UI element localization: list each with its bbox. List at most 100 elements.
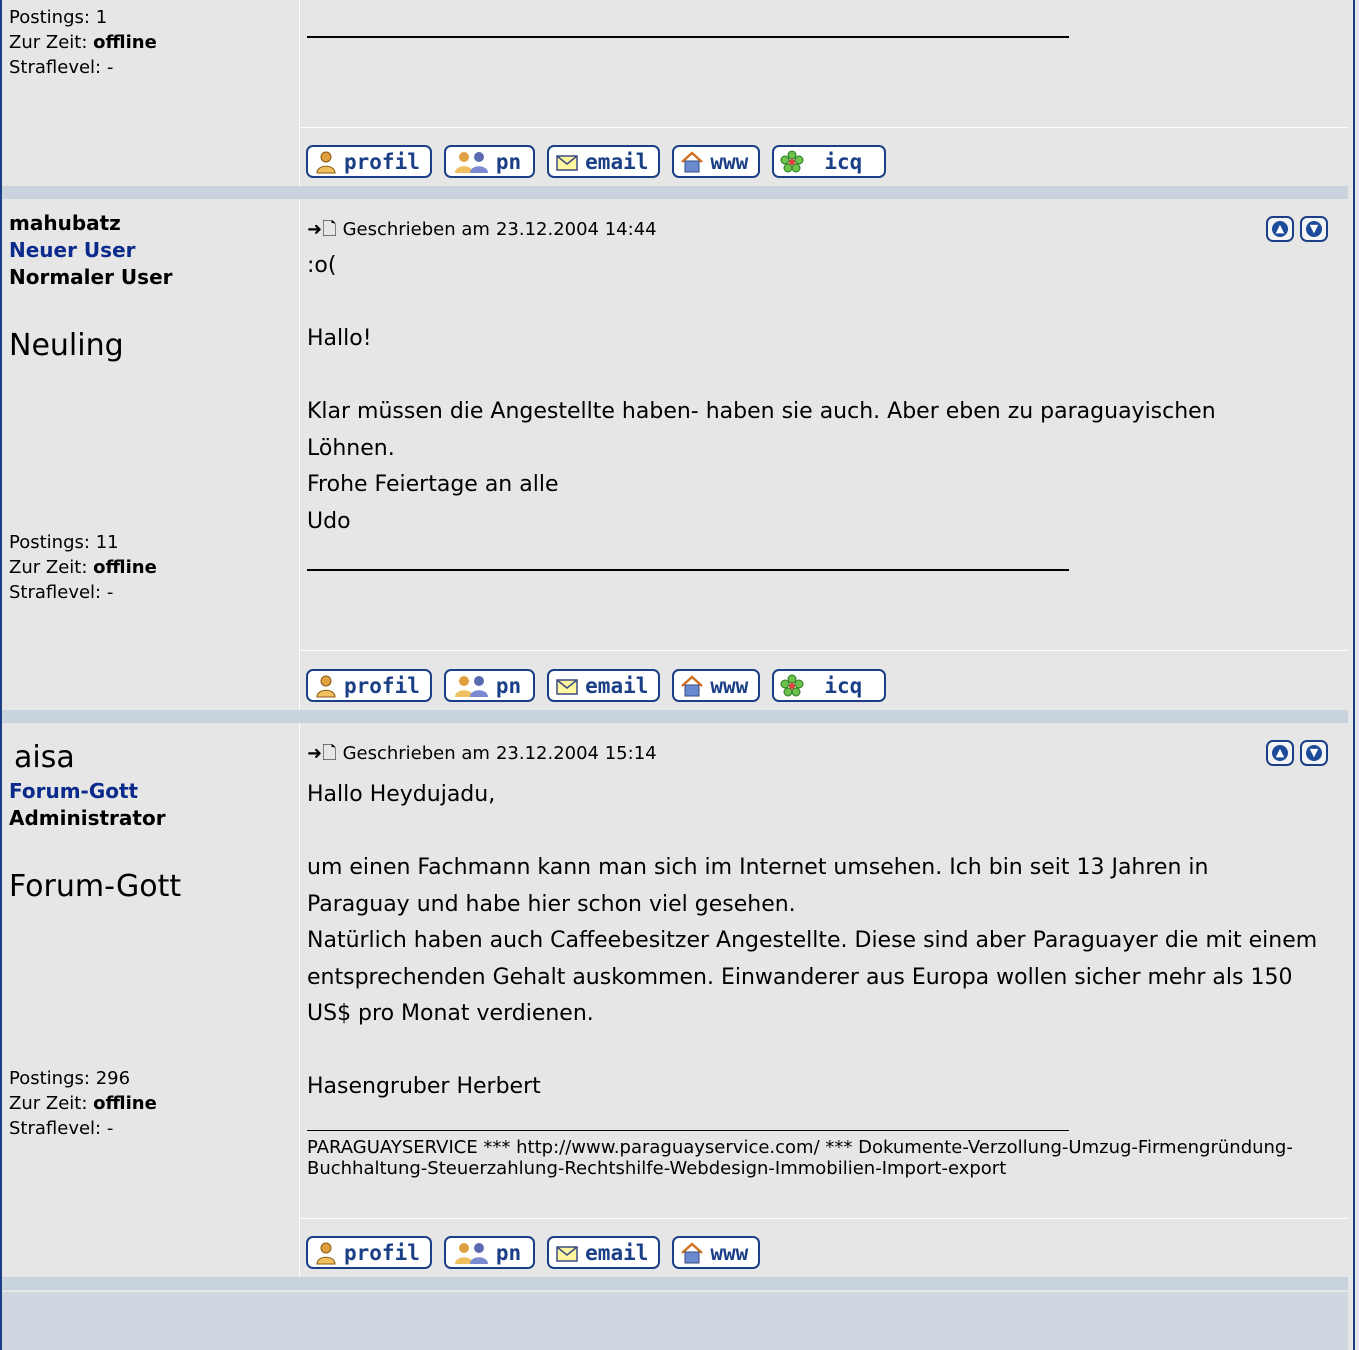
arrow-up-icon: ▲ (1272, 221, 1288, 237)
post1-actions: profil pn email www icq (306, 669, 887, 702)
icq-flower-icon (780, 150, 804, 172)
post-line: um einen Fachmann kann man sich im Inter… (307, 855, 1209, 917)
post-line (307, 285, 1337, 322)
icq-flower-icon (780, 674, 804, 696)
www-button[interactable]: www (672, 145, 761, 178)
written-label: Geschrieben am (342, 743, 490, 764)
post-link-icon[interactable]: ➜🗋 (307, 742, 337, 766)
post2-actions: profil pn email www (306, 1236, 761, 1269)
arrow-down-icon: ▼ (1306, 745, 1322, 761)
penalty-level: Straflevel: - (9, 57, 114, 78)
pn-button[interactable]: pn (443, 669, 536, 702)
post-line: Udo (307, 508, 351, 534)
envelope-icon (556, 154, 578, 171)
top-post-actions: profil pn email www icq (306, 145, 887, 178)
home-icon (681, 1241, 704, 1263)
author-role: Administrator (9, 806, 166, 830)
author-role: Normaler User (9, 265, 173, 289)
home-icon (681, 674, 704, 696)
row-divider (300, 127, 1348, 128)
signature-rule (307, 1130, 1069, 1131)
row-divider (300, 1218, 1348, 1219)
status-label: Zur Zeit: (9, 557, 88, 578)
users-icon (454, 1242, 488, 1264)
post2-meta: ➜🗋 Geschrieben am 23.12.2004 15:14 (307, 742, 657, 766)
post-line: :o( (307, 253, 337, 278)
profile-button[interactable]: profil (306, 1236, 432, 1269)
cell-divider (299, 0, 300, 186)
signature-rule (307, 36, 1069, 38)
pn-button[interactable]: pn (443, 145, 536, 178)
cell-divider (299, 200, 300, 710)
status-label: Zur Zeit: (9, 1093, 88, 1114)
post1-author: mahubatz Neuer User Normaler User Neulin… (9, 210, 173, 364)
pn-button[interactable]: pn (443, 1236, 536, 1269)
arrow-up-icon: ▲ (1272, 745, 1288, 761)
post-separator (2, 710, 1348, 723)
user-icon (316, 151, 336, 173)
post-separator (2, 186, 1348, 199)
scroll-up-button[interactable]: ▲ (1266, 740, 1294, 766)
postings-count: 296 (95, 1068, 131, 1089)
post-separator (2, 1277, 1348, 1290)
email-button[interactable]: email (547, 1236, 661, 1269)
penalty-level: Straflevel: - (9, 582, 114, 603)
users-icon (454, 675, 488, 697)
post-date: 23.12.2004 14:44 (495, 219, 657, 240)
post-line: Hallo Heydujadu, (307, 782, 496, 807)
www-button[interactable]: www (672, 1236, 761, 1269)
online-status: offline (93, 557, 157, 578)
post1-body: :o( Hallo! Klar müssen die Angestellte h… (307, 248, 1337, 540)
post1-userinfo: Postings: 11 Zur Zeit: offline Strafleve… (9, 530, 157, 605)
top-post-userinfo: Postings: 1 Zur Zeit: offline Straflevel… (9, 5, 157, 80)
signature-rule (307, 569, 1069, 571)
icq-button[interactable]: icq (772, 145, 887, 178)
post-line: Hallo! (307, 326, 372, 351)
profile-button[interactable]: profil (306, 669, 432, 702)
postings-label: Postings: (9, 532, 90, 553)
post-line: Hasengruber Herbert (307, 1074, 541, 1099)
postings-count: 1 (95, 7, 108, 28)
post-line: Frohe Feiertage an alle (307, 472, 559, 497)
email-button[interactable]: email (547, 145, 661, 178)
post-line: Klar müssen die Angestellte haben- haben… (307, 399, 1216, 461)
postings-count: 11 (95, 532, 119, 553)
online-status: offline (93, 32, 157, 53)
user-icon (316, 1242, 336, 1264)
profile-button[interactable]: profil (306, 145, 432, 178)
user-icon (316, 675, 336, 697)
post2-author: aisa Forum-Gott Administrator Forum-Gott (9, 740, 181, 905)
post2-signature: PARAGUAYSERVICE *** http://www.paraguays… (307, 1137, 1293, 1179)
postings-label: Postings: (9, 7, 90, 28)
scroll-up-button[interactable]: ▲ (1266, 216, 1294, 242)
post1-meta: ➜🗋 Geschrieben am 23.12.2004 14:44 (307, 218, 657, 242)
post-date: 23.12.2004 15:14 (495, 743, 657, 764)
status-label: Zur Zeit: (9, 32, 88, 53)
author-name[interactable]: aisa (14, 740, 181, 776)
post1-nav: ▲ ▼ (1266, 216, 1328, 242)
author-name[interactable]: mahubatz (9, 210, 173, 237)
online-status: offline (93, 1093, 157, 1114)
post2-userinfo: Postings: 296 Zur Zeit: offline Straflev… (9, 1066, 157, 1141)
users-icon (454, 151, 488, 173)
scroll-down-button[interactable]: ▼ (1300, 740, 1328, 766)
cell-divider (299, 724, 300, 1285)
post-link-icon[interactable]: ➜🗋 (307, 218, 337, 242)
arrow-down-icon: ▼ (1306, 221, 1322, 237)
post-line (307, 1033, 1337, 1070)
email-button[interactable]: email (547, 669, 661, 702)
written-label: Geschrieben am (342, 219, 490, 240)
author-rank: Neuer User (9, 238, 136, 262)
home-icon (681, 150, 704, 172)
author-title: Forum-Gott (9, 869, 182, 904)
author-title: Neuling (9, 328, 124, 363)
icq-button[interactable]: icq (772, 669, 887, 702)
footer-bar (2, 1292, 1348, 1350)
post-line: Natürlich haben auch Caffeebesitzer Ange… (307, 928, 1318, 1026)
post2-nav: ▲ ▼ (1266, 740, 1328, 766)
post2-body: Hallo Heydujadu, um einen Fachmann kann … (307, 777, 1337, 1106)
penalty-level: Straflevel: - (9, 1118, 114, 1139)
post-line (307, 358, 1337, 395)
scroll-down-button[interactable]: ▼ (1300, 216, 1328, 242)
www-button[interactable]: www (672, 669, 761, 702)
